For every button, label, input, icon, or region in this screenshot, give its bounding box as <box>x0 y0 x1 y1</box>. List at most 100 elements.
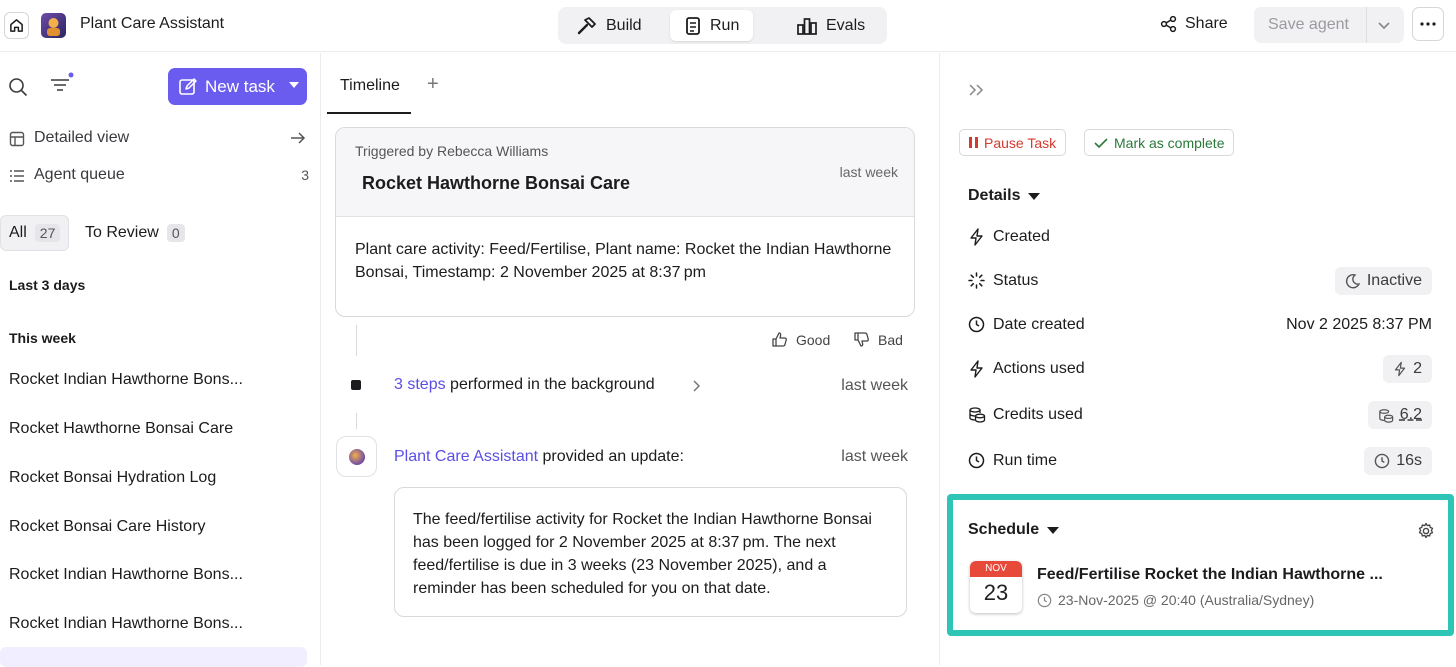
task-list-item-selected[interactable] <box>0 647 307 667</box>
detail-label: Run time <box>993 452 1058 469</box>
detail-label: Status <box>993 272 1039 289</box>
agent-avatar <box>336 436 377 477</box>
thumbs-up-icon <box>772 332 787 347</box>
detail-label: Date created <box>993 316 1085 333</box>
section-heading: This week <box>9 330 76 346</box>
task-list-item[interactable]: Rocket Indian Hawthorne Bons... <box>9 615 309 633</box>
timeline-connector <box>356 325 357 356</box>
tab-run[interactable]: Run <box>670 10 754 41</box>
details-heading[interactable]: Details <box>968 187 1041 205</box>
arrow-right-icon <box>289 130 307 146</box>
thumbs-down-icon <box>854 332 869 347</box>
gear-icon[interactable] <box>1417 522 1435 540</box>
good-label: Good <box>796 331 831 348</box>
home-icon <box>10 19 23 32</box>
clock-icon <box>968 316 985 333</box>
search-icon[interactable] <box>8 77 28 97</box>
step-marker <box>351 380 361 390</box>
update-header: Plant Care Assistant provided an update: <box>394 448 684 466</box>
caret-down-icon[interactable] <box>289 82 299 88</box>
section-heading: Last 3 days <box>9 277 86 293</box>
run-time-badge: 16s <box>1364 447 1432 475</box>
actions-badge: 2 <box>1383 355 1432 383</box>
top-bar: Plant Care Assistant Build Run Evals Sha… <box>0 0 1456 52</box>
detail-row-created: Created <box>968 225 1432 249</box>
bolt-icon <box>968 228 985 246</box>
calendar-month: NOV <box>970 561 1022 577</box>
pause-icon <box>969 137 978 148</box>
save-agent-label: Save agent <box>1268 16 1349 33</box>
update-message: The feed/fertilise activity for Rocket t… <box>394 487 907 617</box>
credits-badge[interactable]: 6.2 <box>1367 401 1432 429</box>
trigger-card: Triggered by Rebecca Williams Rocket Haw… <box>335 127 915 317</box>
share-icon <box>1160 15 1177 33</box>
pause-task-button[interactable]: Pause Task <box>959 129 1067 156</box>
tab-build[interactable]: Build <box>562 10 656 41</box>
agent-queue-label: Agent queue <box>34 166 125 183</box>
task-list-item[interactable]: Rocket Bonsai Care History <box>9 518 309 536</box>
detailed-view-link[interactable]: Detailed view <box>9 127 309 149</box>
schedule-event-title[interactable]: Feed/Fertilise Rocket the Indian Hawthor… <box>1037 566 1397 584</box>
filter-icon[interactable] <box>50 71 76 95</box>
status-badge: Inactive <box>1334 267 1432 295</box>
trigger-body: Plant care activity: Feed/Fertilise, Pla… <box>355 241 892 281</box>
agent-link[interactable]: Plant Care Assistant <box>394 448 538 465</box>
share-label: Share <box>1185 15 1228 32</box>
detail-label: Credits used <box>993 406 1083 423</box>
bad-label: Bad <box>878 331 903 348</box>
bolt-icon <box>968 360 985 378</box>
tab-evals[interactable]: Evals <box>782 10 879 41</box>
task-list-item[interactable]: Rocket Hawthorne Bonsai Care <box>9 420 309 438</box>
collapse-panel-icon[interactable] <box>967 82 987 98</box>
task-list-item[interactable]: Rocket Indian Hawthorne Bons... <box>9 566 309 584</box>
filter-all[interactable]: All 27 <box>0 215 70 251</box>
detailed-view-label: Detailed view <box>34 129 130 146</box>
task-list-item[interactable]: Rocket Bonsai Hydration Log <box>9 469 309 487</box>
task-list-item[interactable]: Rocket Indian Hawthorne Bons... <box>9 371 309 389</box>
save-divider <box>1366 7 1367 43</box>
filter-to-review[interactable]: To Review 0 <box>77 215 193 251</box>
sidebar: New task Detailed view Agent queue 3 All… <box>0 53 321 667</box>
background-steps[interactable]: 3 steps performed in the background <box>394 376 655 394</box>
chevron-down-icon[interactable] <box>1376 17 1392 33</box>
new-task-label: New task <box>205 77 275 96</box>
add-tab-button[interactable]: + <box>427 73 439 96</box>
save-agent-button[interactable]: Save agent <box>1254 7 1404 43</box>
agent-queue-link[interactable]: Agent queue 3 <box>9 164 309 186</box>
tab-timeline[interactable]: Timeline <box>327 66 411 114</box>
calendar-day: 23 <box>983 580 1009 605</box>
bar-chart-icon <box>797 17 817 35</box>
schedule-heading[interactable]: Schedule <box>968 521 1060 539</box>
new-task-button[interactable]: New task <box>168 68 307 105</box>
update-text: provided an update: <box>538 448 684 465</box>
more-options-button[interactable] <box>1412 7 1444 41</box>
filter-to-review-label: To Review <box>85 224 159 241</box>
layout-icon <box>9 131 25 147</box>
good-feedback-button[interactable]: Good <box>771 331 830 348</box>
moon-icon <box>1345 274 1361 289</box>
share-button[interactable]: Share <box>1160 15 1228 33</box>
clock-icon <box>1037 593 1052 607</box>
details-panel: Pause Task Mark as complete Details Crea… <box>939 53 1456 665</box>
caret-down-icon <box>1028 192 1041 200</box>
tab-evals-label: Evals <box>826 16 866 34</box>
schedule-event-time: 23-Nov-2025 @ 20:40 (Australia/Sydney) <box>1037 592 1314 608</box>
steps-text: performed in the background <box>445 376 655 393</box>
timeline-panel: Timeline + Triggered by Rebecca Williams… <box>322 53 938 665</box>
bad-feedback-button[interactable]: Bad <box>853 331 903 348</box>
filter-all-count: 27 <box>34 224 61 242</box>
steps-link[interactable]: 3 steps <box>394 376 446 393</box>
filter-to-review-count: 0 <box>166 224 185 242</box>
pause-label: Pause Task <box>984 134 1057 151</box>
agent-avatar <box>41 13 66 38</box>
hammer-icon <box>577 16 596 34</box>
caret-down-icon <box>1047 526 1060 534</box>
calendar-icon: NOV 23 <box>970 561 1022 613</box>
home-button[interactable] <box>4 12 29 39</box>
clock-icon <box>968 452 985 469</box>
chevron-right-icon[interactable] <box>692 379 702 393</box>
mark-complete-button[interactable]: Mark as complete <box>1084 129 1235 156</box>
clipboard-icon <box>686 16 700 35</box>
tab-run-label: Run <box>710 16 740 34</box>
detail-row-date-created: Date created Nov 2 2025 8:37 PM <box>968 313 1432 337</box>
